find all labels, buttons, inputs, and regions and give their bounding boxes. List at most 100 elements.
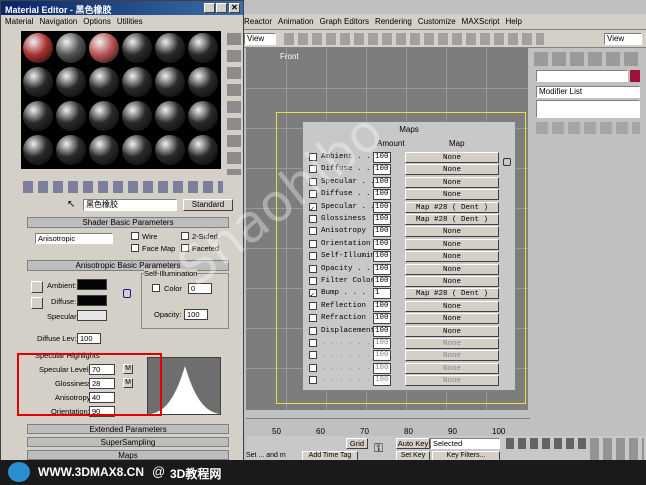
- map-enable-checkbox[interactable]: [309, 227, 317, 236]
- specular-swatch[interactable]: [77, 310, 107, 321]
- pick-material-icon[interactable]: ↖: [67, 199, 75, 210]
- map-enable-checkbox[interactable]: [309, 376, 317, 385]
- material-slot[interactable]: [188, 33, 218, 63]
- map-button[interactable]: None: [405, 152, 499, 163]
- max-menu-item-6[interactable]: Help: [505, 17, 521, 26]
- max-menu-item-3[interactable]: Rendering: [375, 17, 412, 26]
- maps-rollout[interactable]: Maps: [27, 450, 229, 460]
- material-slot[interactable]: [56, 33, 86, 63]
- diffuse-level-value[interactable]: 100: [77, 333, 101, 344]
- map-amount[interactable]: 100: [373, 362, 391, 374]
- map-enable-checkbox[interactable]: [309, 264, 317, 273]
- maximize-button[interactable]: [216, 3, 227, 13]
- material-slot[interactable]: [155, 67, 185, 97]
- map-amount[interactable]: 100: [373, 375, 391, 387]
- supersampling-rollout[interactable]: SuperSampling: [27, 437, 229, 447]
- mat-menu-item-3[interactable]: Utilities: [117, 17, 143, 26]
- material-slot[interactable]: [155, 33, 185, 63]
- selected-dropdown[interactable]: Selected: [430, 438, 500, 449]
- material-slot[interactable]: [56, 135, 86, 165]
- map-button[interactable]: None: [405, 189, 499, 201]
- map-button[interactable]: Map #28 ( Dent ): [405, 288, 499, 300]
- nav-controls[interactable]: [590, 438, 644, 460]
- minimize-button[interactable]: [204, 3, 215, 13]
- material-slot[interactable]: [155, 135, 185, 165]
- material-slot[interactable]: [188, 67, 218, 97]
- mat-menu-item-0[interactable]: Material: [5, 17, 33, 26]
- map-button[interactable]: None: [405, 276, 499, 287]
- map-amount[interactable]: 100: [373, 201, 391, 213]
- map-amount[interactable]: 100: [373, 350, 391, 362]
- material-slot[interactable]: [122, 135, 152, 165]
- close-button[interactable]: ✕: [229, 3, 240, 13]
- map-button[interactable]: None: [405, 362, 499, 374]
- material-slot[interactable]: [56, 101, 86, 131]
- key-icon[interactable]: ⚿: [374, 441, 383, 456]
- map-button[interactable]: Map #28 ( Dent ): [405, 201, 499, 213]
- lock-diffuse-specular-icon[interactable]: [31, 297, 43, 309]
- map-amount[interactable]: 100: [373, 214, 391, 225]
- playback-controls[interactable]: [506, 438, 586, 449]
- map-amount[interactable]: 100: [373, 189, 391, 201]
- map-amount[interactable]: 100: [373, 238, 391, 250]
- map-button[interactable]: None: [405, 176, 499, 188]
- map-button[interactable]: None: [405, 313, 499, 325]
- view-small-dropdown[interactable]: View: [604, 33, 642, 45]
- map-enable-checkbox[interactable]: [309, 314, 317, 323]
- max-menu-item-1[interactable]: Animation: [278, 17, 314, 26]
- map-button[interactable]: None: [405, 251, 499, 263]
- max-menu-item-0[interactable]: Reactor: [244, 17, 272, 26]
- ambient-swatch[interactable]: [77, 279, 107, 290]
- map-enable-checkbox[interactable]: [309, 277, 317, 285]
- map-button[interactable]: Map #28 ( Dent ): [405, 214, 499, 225]
- diffuse-swatch[interactable]: [77, 295, 107, 306]
- map-enable-checkbox[interactable]: [309, 301, 317, 310]
- map-button[interactable]: None: [405, 164, 499, 176]
- map-button[interactable]: None: [405, 338, 499, 349]
- material-slot[interactable]: [89, 67, 119, 97]
- map-amount[interactable]: 100: [373, 226, 391, 238]
- material-slot[interactable]: [188, 135, 218, 165]
- material-slot[interactable]: [23, 101, 53, 131]
- map-amount[interactable]: 100: [373, 338, 391, 349]
- auto-key-button[interactable]: Auto Key: [396, 438, 430, 449]
- material-slot[interactable]: [23, 33, 53, 63]
- material-slot[interactable]: [23, 135, 53, 165]
- map-button[interactable]: None: [405, 350, 499, 362]
- modifier-list[interactable]: Modifier List: [536, 86, 640, 98]
- view-dropdown[interactable]: View: [244, 33, 276, 45]
- map-enable-checkbox[interactable]: [309, 326, 317, 335]
- color-checkbox[interactable]: [152, 284, 160, 292]
- map-button[interactable]: None: [405, 325, 499, 337]
- material-slot[interactable]: [89, 33, 119, 63]
- map-enable-checkbox[interactable]: [309, 239, 317, 248]
- max-menu-item-2[interactable]: Graph Editors: [320, 17, 369, 26]
- material-name-dropdown[interactable]: 黑色橡胶: [83, 199, 177, 211]
- map-enable-checkbox[interactable]: [309, 339, 317, 347]
- map-amount[interactable]: 100: [373, 276, 391, 287]
- bottom-toolbar[interactable]: [23, 181, 223, 193]
- lock-icon[interactable]: [123, 289, 131, 298]
- map-amount[interactable]: 100: [373, 164, 391, 176]
- map-amount[interactable]: 100: [373, 325, 391, 337]
- object-color-swatch[interactable]: [630, 70, 640, 82]
- map-amount[interactable]: 100: [373, 263, 391, 275]
- material-slot[interactable]: [155, 101, 185, 131]
- map-enable-checkbox[interactable]: [309, 252, 317, 261]
- opacity-value[interactable]: 100: [184, 309, 208, 320]
- shader-type-dropdown[interactable]: Anisotropic: [35, 233, 113, 244]
- material-slot[interactable]: [89, 135, 119, 165]
- material-slot[interactable]: [56, 67, 86, 97]
- modifier-stack[interactable]: [536, 100, 640, 118]
- map-button[interactable]: None: [405, 263, 499, 275]
- mat-menu-item-1[interactable]: Navigation: [39, 17, 77, 26]
- wire-checkbox[interactable]: [131, 232, 139, 240]
- max-menu-item-4[interactable]: Customize: [418, 17, 456, 26]
- material-slot[interactable]: [122, 67, 152, 97]
- map-enable-checkbox[interactable]: [309, 215, 317, 223]
- map-amount[interactable]: 100: [373, 300, 391, 312]
- material-slot[interactable]: [122, 101, 152, 131]
- extended-params-rollout[interactable]: Extended Parameters: [27, 424, 229, 434]
- map-enable-checkbox[interactable]: [309, 351, 317, 360]
- material-slot[interactable]: [188, 101, 218, 131]
